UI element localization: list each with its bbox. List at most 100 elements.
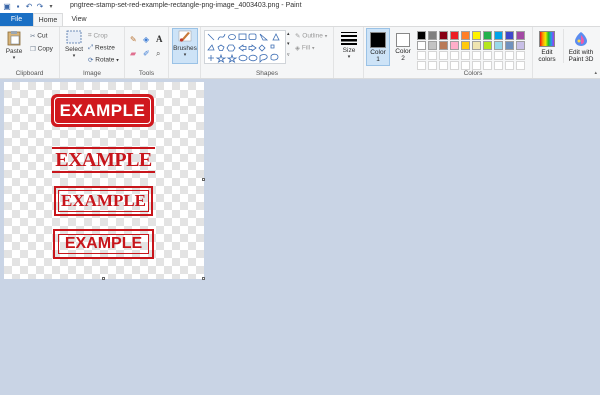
palette-empty-swatch[interactable] (450, 51, 459, 60)
brushes-dropdown-icon[interactable]: ▾ (173, 52, 197, 58)
palette-empty-swatch[interactable] (516, 51, 525, 60)
palette-swatch[interactable] (417, 41, 426, 50)
color2-button[interactable]: Color 2 (392, 28, 414, 66)
outline-dropdown-icon: ▾ (324, 33, 328, 40)
copy-label: Copy (37, 45, 53, 53)
canvas-resize-handle-corner[interactable] (202, 277, 205, 280)
example-stamp-2: EXAMPLE (52, 145, 155, 175)
canvas-resize-handle-right[interactable] (202, 178, 205, 181)
palette-empty-swatch[interactable] (417, 61, 426, 70)
palette-empty-swatch[interactable] (461, 51, 470, 60)
eraser-icon[interactable]: ▰ (130, 49, 136, 58)
palette-swatch[interactable] (483, 31, 492, 40)
palette-empty-swatch[interactable] (439, 61, 448, 70)
cut-button[interactable]: ✂ Cut (30, 32, 47, 40)
palette-empty-swatch[interactable] (439, 51, 448, 60)
paste-dropdown-icon[interactable]: ▾ (3, 55, 25, 61)
size-dropdown-icon[interactable]: ▾ (337, 54, 361, 60)
shapes-scroll-up-icon[interactable]: ▴ (287, 31, 290, 37)
palette-swatch[interactable] (450, 41, 459, 50)
tab-home[interactable]: Home (33, 13, 63, 26)
palette-empty-swatch[interactable] (428, 61, 437, 70)
image-group: Select ▾ ⌗ Crop ⤢ Resize ⟳ Rotate ▾ Imag… (60, 27, 125, 78)
palette-empty-swatch[interactable] (483, 61, 492, 70)
palette-empty-swatch[interactable] (461, 61, 470, 70)
palette-empty-swatch[interactable] (472, 51, 481, 60)
brushes-button[interactable]: Brushes ▾ (172, 28, 198, 64)
size-button[interactable]: Size ▾ (337, 31, 361, 60)
example-stamp-3: EXAMPLE (54, 186, 153, 216)
palette-swatch[interactable] (494, 41, 503, 50)
palette-swatch[interactable] (483, 41, 492, 50)
magnifier-icon[interactable]: ⌕ (156, 49, 160, 59)
color1-button[interactable]: Color 1 (366, 28, 390, 66)
undo-icon[interactable]: ↶ (25, 2, 33, 11)
text-tool-icon[interactable]: A (156, 34, 163, 44)
example-stamp-1: EXAMPLE (51, 94, 154, 127)
palette-swatch[interactable] (439, 31, 448, 40)
palette-swatch[interactable] (472, 31, 481, 40)
image-canvas[interactable]: EXAMPLE EXAMPLE EXAMPLE EXAMPLE (4, 82, 204, 279)
color-picker-icon[interactable]: ✐ (143, 49, 150, 58)
resize-icon: ⤢ (88, 44, 94, 51)
palette-swatch[interactable] (505, 41, 514, 50)
resize-button[interactable]: ⤢ Resize (88, 44, 115, 52)
palette-swatch[interactable] (450, 31, 459, 40)
palette-empty-swatch[interactable] (417, 51, 426, 60)
palette-empty-swatch[interactable] (472, 61, 481, 70)
fill-button[interactable]: ◈ Fill ▾ (295, 44, 314, 52)
pencil-icon[interactable]: ✎ (130, 35, 137, 44)
palette-empty-swatch[interactable] (516, 61, 525, 70)
stamp-2-top-rule (52, 147, 155, 149)
palette-swatch[interactable] (428, 41, 437, 50)
shapes-expand-icon[interactable]: ▿ (287, 52, 290, 58)
palette-empty-swatch[interactable] (483, 51, 492, 60)
palette-swatch[interactable] (428, 31, 437, 40)
copy-button[interactable]: ❐ Copy (30, 45, 53, 53)
save-icon[interactable]: ▪ (14, 2, 22, 11)
select-button[interactable]: Select ▾ (63, 30, 85, 59)
color2-label: Color (395, 48, 411, 55)
palette-swatch[interactable] (439, 41, 448, 50)
paint-app-icon[interactable]: ▣ (3, 2, 11, 11)
customize-quick-access-icon[interactable]: ▾ (47, 3, 55, 11)
palette-swatch[interactable] (516, 41, 525, 50)
shapes-scroll-down-icon[interactable]: ▾ (287, 41, 290, 47)
crop-button[interactable]: ⌗ Crop (88, 32, 108, 40)
collapse-ribbon-icon[interactable]: ▴ (594, 70, 597, 76)
tools-group-label: Tools (138, 70, 155, 77)
palette-swatch[interactable] (505, 31, 514, 40)
palette-swatch[interactable] (461, 31, 470, 40)
crop-label: Crop (93, 32, 108, 40)
select-dropdown-icon[interactable]: ▾ (63, 53, 85, 59)
palette-swatch[interactable] (461, 41, 470, 50)
edit-with-paint3d-button[interactable]: Edit with Paint 3D (563, 29, 598, 63)
image-group-label: Image (82, 70, 102, 77)
paste-button[interactable]: Paste ▾ (3, 30, 25, 61)
palette-empty-swatch[interactable] (494, 51, 503, 60)
fill-icon: ◈ (295, 45, 300, 52)
palette-empty-swatch[interactable] (450, 61, 459, 70)
edit-colors-button[interactable]: Edit colors (534, 29, 560, 63)
palette-empty-swatch[interactable] (428, 51, 437, 60)
outline-button[interactable]: ✎ Outline ▾ (295, 32, 327, 40)
palette-empty-swatch[interactable] (505, 61, 514, 70)
shapes-gallery[interactable] (204, 30, 286, 64)
tab-view[interactable]: View (66, 13, 92, 26)
palette-swatch[interactable] (417, 31, 426, 40)
palette-swatch[interactable] (516, 31, 525, 40)
rotate-dropdown-icon[interactable]: ▾ (116, 58, 119, 64)
palette-swatch[interactable] (472, 41, 481, 50)
palette-empty-swatch[interactable] (494, 61, 503, 70)
quick-access-toolbar: ▣ ▪ ↶ ↷ ▾ (3, 2, 55, 11)
edit-colors-line1: Edit (541, 49, 553, 56)
fill-bucket-icon[interactable]: ◈ (143, 35, 149, 44)
color2-swatch (396, 33, 410, 47)
canvas-resize-handle-bottom[interactable] (102, 277, 105, 280)
tab-file[interactable]: File (0, 13, 33, 26)
palette-empty-swatch[interactable] (505, 51, 514, 60)
scissors-icon: ✂ (30, 33, 36, 40)
rotate-button[interactable]: ⟳ Rotate ▾ (88, 56, 119, 64)
palette-swatch[interactable] (494, 31, 503, 40)
redo-icon[interactable]: ↷ (36, 2, 44, 11)
